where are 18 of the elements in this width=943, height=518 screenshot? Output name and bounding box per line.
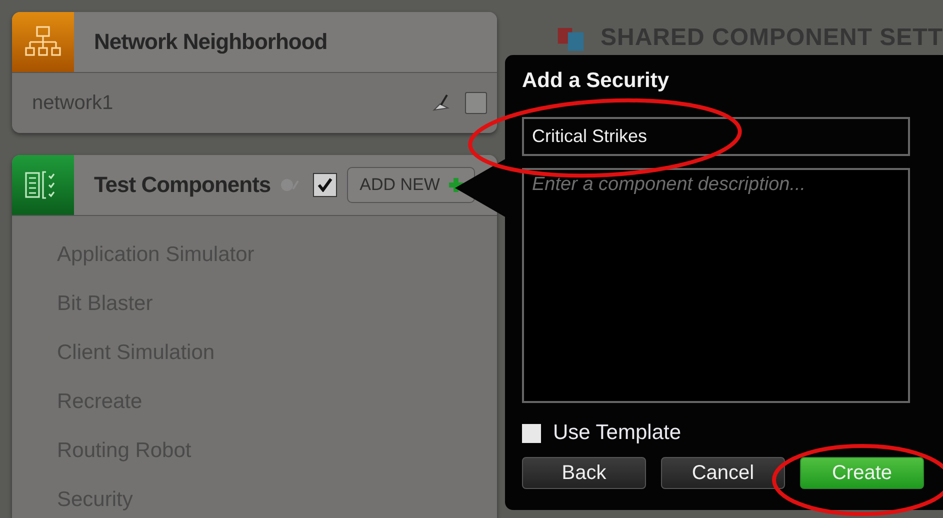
- checklist-icon: [12, 155, 74, 215]
- minimize-button[interactable]: [465, 92, 487, 114]
- checkbox[interactable]: [312, 173, 337, 197]
- description-field[interactable]: Enter a component description...: [522, 168, 910, 403]
- template-checkbox[interactable]: [522, 424, 541, 442]
- checkbox-label: Use Template: [553, 421, 682, 445]
- create-button[interactable]: Create: [800, 457, 924, 489]
- name-field[interactable]: Critical Strikes: [522, 117, 910, 156]
- plus-icon: [448, 177, 464, 193]
- add-new-button[interactable]: ADD NEW: [346, 167, 475, 203]
- checkmark-icon: [316, 178, 333, 192]
- dialog-button[interactable]: Cancel: [661, 457, 785, 489]
- panel-title: Network Neighborhood: [94, 29, 328, 55]
- panel-title: Test Components: [94, 172, 271, 198]
- network-icon: [12, 12, 74, 72]
- dialog-title: Add a Security: [522, 69, 670, 93]
- dialog-button[interactable]: Back: [522, 457, 646, 489]
- network-item[interactable]: network1: [32, 92, 431, 114]
